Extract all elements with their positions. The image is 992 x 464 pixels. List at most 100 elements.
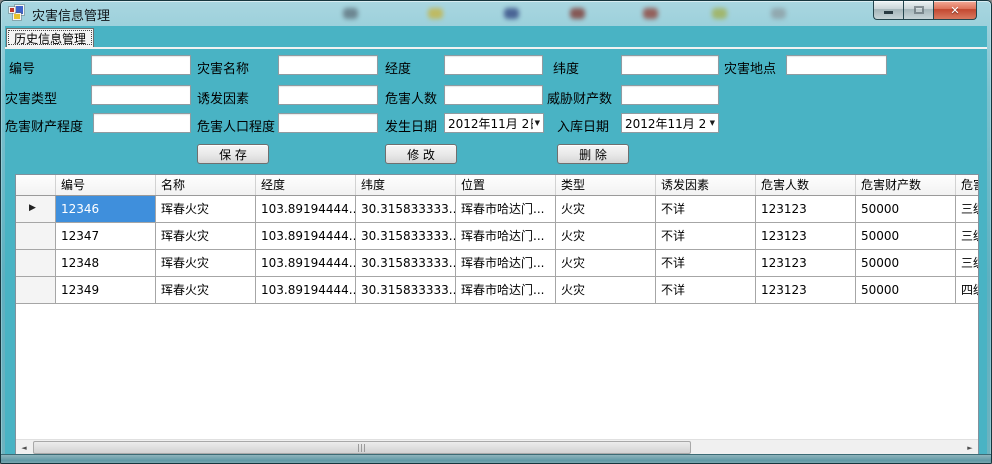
threatened-property-field[interactable] [621, 85, 719, 105]
grid-cell[interactable]: 珲春市哈达门... [456, 196, 556, 222]
grid-cell[interactable]: 珲春市哈达门... [456, 223, 556, 249]
window-controls: ✕ [873, 1, 977, 20]
column-header[interactable]: 危害 [956, 175, 979, 195]
row-header[interactable]: ▶ [16, 196, 56, 222]
glass-reflection [570, 8, 585, 19]
grid-cell[interactable]: 103.89194444... [256, 250, 356, 276]
modify-button[interactable]: 修 改 [385, 144, 457, 164]
population-damage-degree-field[interactable] [278, 113, 378, 133]
app-icon-red-pane [9, 7, 15, 13]
column-header[interactable]: 危害人数 [756, 175, 856, 195]
entry-date-picker[interactable]: 2012年11月 2日 ▼ [621, 113, 719, 133]
location-label: 灾害地点 [724, 58, 776, 77]
harmed-people-field[interactable] [444, 85, 543, 105]
id-field[interactable] [91, 55, 191, 75]
grid-rows: ▶12346珲春火灾103.89194444...30.315833333...… [16, 196, 978, 304]
grid-cell[interactable]: 103.89194444... [256, 277, 356, 303]
tab-history-info[interactable]: 历史信息管理 [6, 28, 94, 47]
column-header[interactable]: 纬度 [356, 175, 456, 195]
grid-cell[interactable]: 30.315833333... [356, 277, 456, 303]
column-header[interactable]: 位置 [456, 175, 556, 195]
scroll-right-icon[interactable]: ► [962, 440, 978, 455]
grid-cell[interactable]: 30.315833333... [356, 250, 456, 276]
grid-cell[interactable]: 12347 [56, 223, 156, 249]
grid-cell[interactable]: 珲春火灾 [156, 250, 256, 276]
grid-cell[interactable]: 火灾 [556, 250, 656, 276]
grid-cell[interactable]: 珲春市哈达门... [456, 277, 556, 303]
titlebar[interactable]: 灾害信息管理 ✕ [1, 1, 991, 26]
disaster-name-field[interactable] [278, 55, 378, 75]
entry-date-label: 入库日期 [557, 116, 609, 135]
grid-cell[interactable]: 30.315833333... [356, 223, 456, 249]
grid-cell[interactable]: 123123 [756, 250, 856, 276]
disaster-type-label: 灾害类型 [5, 88, 57, 107]
grid-cell[interactable]: 50000 [856, 223, 956, 249]
grid-cell[interactable]: 不详 [656, 277, 756, 303]
property-damage-degree-label: 危害财产程度 [5, 116, 83, 135]
column-header[interactable]: 诱发因素 [656, 175, 756, 195]
grid-cell[interactable]: 珲春火灾 [156, 223, 256, 249]
close-button[interactable]: ✕ [933, 1, 977, 20]
grid-cell[interactable]: 火灾 [556, 196, 656, 222]
row-header[interactable] [16, 250, 56, 276]
grid-cell[interactable]: 50000 [856, 277, 956, 303]
disaster-type-field[interactable] [91, 85, 191, 105]
grid-cell[interactable]: 火灾 [556, 223, 656, 249]
column-header[interactable]: 类型 [556, 175, 656, 195]
grid-cell[interactable]: 不详 [656, 223, 756, 249]
maximize-button[interactable] [903, 1, 933, 20]
grid-cell[interactable]: 三级 [956, 196, 979, 222]
harmed-people-label: 危害人数 [385, 88, 437, 107]
property-damage-degree-field[interactable] [93, 113, 191, 133]
grid-cell[interactable]: 三级 [956, 223, 979, 249]
grid-cell[interactable]: 12346 [56, 196, 156, 222]
row-header[interactable] [16, 277, 56, 303]
grid-cell[interactable]: 123123 [756, 277, 856, 303]
location-field[interactable] [786, 55, 887, 75]
save-button[interactable]: 保 存 [197, 144, 269, 164]
grid-cell[interactable]: 不详 [656, 250, 756, 276]
grid-cell[interactable]: 50000 [856, 250, 956, 276]
minimize-icon [884, 11, 893, 14]
delete-button[interactable]: 删 除 [557, 144, 629, 164]
id-label: 编号 [9, 58, 35, 77]
grid-cell[interactable]: 12348 [56, 250, 156, 276]
latitude-label: 纬度 [553, 58, 579, 77]
grid-cell[interactable]: 珲春市哈达门... [456, 250, 556, 276]
grid-cell[interactable]: 珲春火灾 [156, 196, 256, 222]
grid-cell[interactable]: 30.315833333... [356, 196, 456, 222]
grid-cell[interactable]: 珲春火灾 [156, 277, 256, 303]
row-header[interactable] [16, 223, 56, 249]
column-header[interactable]: 名称 [156, 175, 256, 195]
occur-date-picker[interactable]: 2012年11月 2日 ▼ [444, 113, 544, 133]
glass-reflection [428, 8, 443, 19]
scrollbar-thumb[interactable] [33, 441, 691, 454]
trigger-factor-field[interactable] [278, 85, 378, 105]
column-header[interactable]: 编号 [56, 175, 156, 195]
client-area: 历史信息管理 编号 灾害名称 经度 纬度 灾害地点 灾害类型 诱发因素 危害人数… [5, 26, 987, 454]
latitude-field[interactable] [621, 55, 719, 75]
disaster-name-label: 灾害名称 [197, 58, 249, 77]
threatened-property-label: 威胁财产数 [547, 88, 612, 107]
grid-cell[interactable]: 123123 [756, 196, 856, 222]
app-icon [9, 5, 26, 21]
grid-cell[interactable]: 不详 [656, 196, 756, 222]
grid-cell[interactable]: 火灾 [556, 277, 656, 303]
minimize-button[interactable] [873, 1, 903, 20]
grid-cell[interactable]: 12349 [56, 277, 156, 303]
grid-cell[interactable]: 50000 [856, 196, 956, 222]
close-icon: ✕ [950, 5, 959, 16]
grid-cell[interactable]: 103.89194444... [256, 223, 356, 249]
horizontal-scrollbar[interactable]: ◄ ► [16, 439, 978, 455]
column-header[interactable]: 经度 [256, 175, 356, 195]
grid-cell[interactable]: 三级 [956, 250, 979, 276]
longitude-label: 经度 [385, 58, 411, 77]
grid-cell[interactable]: 123123 [756, 223, 856, 249]
occur-date-value: 2012年11月 2日 [448, 115, 533, 132]
scroll-left-icon[interactable]: ◄ [16, 440, 32, 455]
column-header[interactable]: 危害财产数 [856, 175, 956, 195]
grid-corner-cell[interactable] [16, 175, 56, 195]
grid-cell[interactable]: 四级 [956, 277, 979, 303]
longitude-field[interactable] [444, 55, 543, 75]
grid-cell[interactable]: 103.89194444... [256, 196, 356, 222]
